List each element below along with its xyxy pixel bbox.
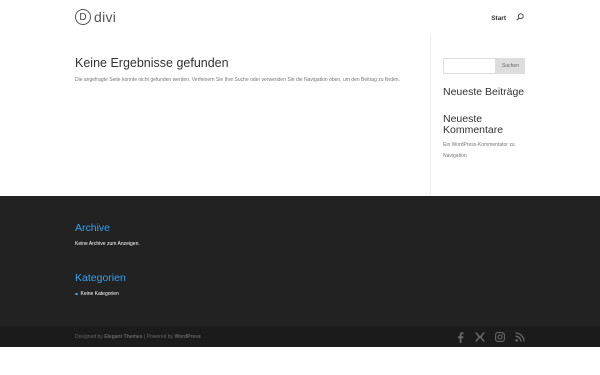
page-bottom-blank [0,347,600,375]
comment-author: Ein WordPress-Kommentator [443,142,508,148]
logo-letter: D [79,11,87,23]
social-links [446,331,526,343]
footer-credits: Designed by Elegant Themes | Powered by … [75,333,201,341]
logo-text: divi [94,9,117,25]
archive-title: Archive [75,222,111,234]
credits-platform-link[interactable]: WordPress [174,334,200,340]
logo-mark: D [75,9,91,25]
categories-empty-text: Keine Kategorien [80,291,119,297]
no-results-message: Die angefragte Seite konnte nicht gefund… [75,77,400,83]
comment-connector: zu [509,142,515,148]
recent-comment-item: Ein WordPress-Kommentator zu Navigation [443,140,528,162]
categories-widget: Kategorien Keine Kategorien [75,272,126,298]
bullet-icon [75,292,78,296]
sidebar: Suchen Neueste Beiträge Neueste Kommenta… [443,58,528,162]
archive-widget: Archive Keine Archive zum Anzeigen. [75,222,140,248]
site-header: D divi Start [0,0,600,34]
archive-empty-text: Keine Archive zum Anzeigen. [75,241,140,247]
recent-posts-title: Neueste Beiträge [443,86,525,98]
search-icon[interactable] [516,13,526,23]
site-footer: Archive Keine Archive zum Anzeigen. Kate… [0,196,600,326]
main-navigation: Start [491,13,526,23]
categories-title: Kategorien [75,272,126,284]
main-content-area: Keine Ergebnisse gefunden Die angefragte… [0,34,600,196]
credits-powered-by: Powered by [146,334,174,340]
search-button[interactable]: Suchen [496,58,525,74]
nav-item-start[interactable]: Start [491,15,506,22]
x-icon[interactable] [474,331,486,343]
content-column: Keine Ergebnisse gefunden Die angefragte… [75,56,405,85]
footer-bottom-bar: Designed by Elegant Themes | Powered by … [0,326,600,347]
site-logo[interactable]: D divi [75,7,116,27]
sidebar-search-form: Suchen [443,58,528,74]
recent-comments-title: Neueste Kommentare [443,113,504,136]
rss-icon[interactable] [514,331,526,343]
comment-post-link[interactable]: Navigation [443,153,467,159]
search-input[interactable] [443,58,496,74]
credits-separator: | [143,334,146,340]
instagram-icon[interactable] [494,331,506,343]
credits-theme-link[interactable]: Elegant Themes [104,334,142,340]
credits-designed-by: Designed by [75,334,103,340]
list-item: Keine Kategorien [75,290,126,298]
facebook-icon[interactable] [454,331,466,343]
sidebar-divider [430,34,431,196]
page-title: Keine Ergebnisse gefunden [75,56,229,70]
